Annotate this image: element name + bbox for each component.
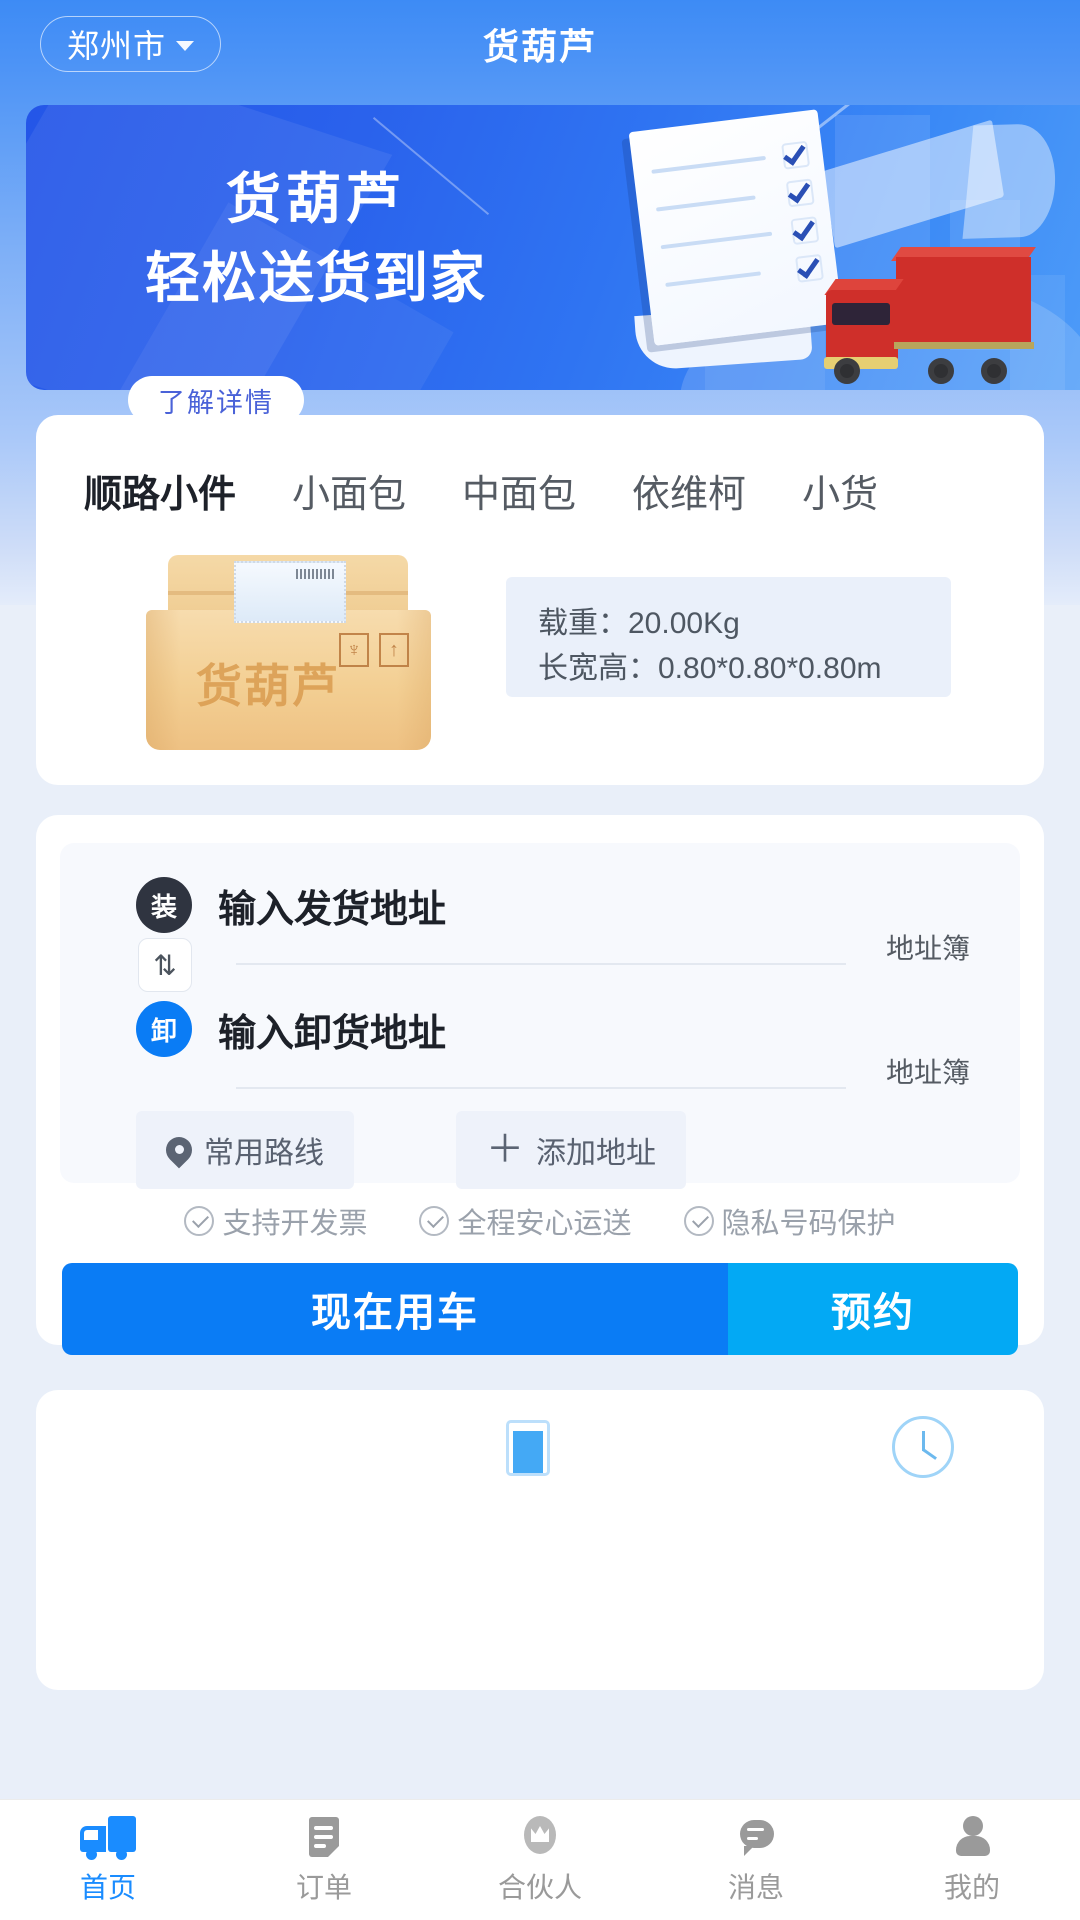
chevron-down-icon [176,41,195,51]
pickup-divider [236,963,846,965]
tab-shunlu-xiaojian[interactable]: 顺路小件 [36,463,264,518]
nav-label-home: 首页 [79,1872,136,1903]
person-icon [944,1814,1000,1860]
reserve-button[interactable]: 预约 [728,1263,1018,1355]
spec-dimensions: 长宽高：0.80*0.80*0.80m [538,652,882,685]
checklist-illustration [628,109,844,346]
nav-item-partner[interactable]: 合伙人 [432,1814,648,1906]
nav-label-messages: 消息 [727,1872,784,1903]
tab-xiao-mianbao[interactable]: 小面包 [264,463,434,518]
tab-zhong-mianbao[interactable]: 中面包 [434,463,604,518]
app-root: 货葫芦 郑州市 货葫芦 轻松送货到家 了解详情 顺路小件 小面包 中面包 依维柯… [0,0,1080,1920]
dropoff-address-row[interactable]: 卸 输入卸货地址 [136,1001,446,1057]
nav-item-messages[interactable]: 消息 [648,1814,864,1906]
nav-item-orders[interactable]: 订单 [216,1814,432,1906]
feature-label: 隐私号码保护 [721,1208,896,1240]
plus-icon: ＋ [486,1129,525,1171]
check-circle-icon [683,1206,714,1236]
order-form-card: 装 输入发货地址 地址簿 ⇅ 卸 输入卸货地址 地址簿 常用路线 ＋ 添加地址 [36,815,1044,1355]
package-brand-text: 货葫芦 [196,660,340,712]
clock-icon [892,1416,954,1478]
cta-group: 现在用车 预约 [62,1263,1018,1355]
swap-icon[interactable]: ⇅ [138,938,192,992]
dropoff-addressbook-link[interactable]: 地址簿 [886,1051,970,1091]
common-route-chip[interactable]: 常用路线 [136,1111,354,1189]
address-panel: 装 输入发货地址 地址簿 ⇅ 卸 输入卸货地址 地址簿 常用路线 ＋ 添加地址 [60,843,1020,1189]
package-square-icon [506,1420,550,1476]
feature-invoice: 支持开发票 [184,1200,367,1242]
pickup-address-input[interactable]: 输入发货地址 [218,878,446,933]
this-side-up-icon: ↑ [379,633,409,667]
next-section-card[interactable] [36,1390,1044,1690]
feature-label: 全程安心运送 [457,1208,632,1240]
fragile-icon: ♆ [339,633,369,667]
vehicle-spec-box: 载重：20.00Kg 长宽高：0.80*0.80*0.80m [506,577,951,697]
pickup-badge: 装 [136,877,192,933]
vehicle-type-card: 顺路小件 小面包 中面包 依维柯 小货 货葫芦 ♆ ↑ 载重：20.00Kg 长… [36,415,1044,785]
tab-xiaohuo[interactable]: 小货 [774,463,906,518]
use-now-button[interactable]: 现在用车 [62,1263,728,1355]
banner-headline: 货葫芦 [225,168,406,230]
city-selector[interactable]: 郑州市 [40,16,222,72]
add-address-label: 添加地址 [536,1137,657,1170]
crown-icon [512,1814,568,1860]
package-illustration: 货葫芦 ♆ ↑ [146,555,431,755]
banner-subheadline: 轻松送货到家 [144,246,487,309]
common-route-label: 常用路线 [204,1137,324,1170]
shipping-label-icon [234,561,346,623]
vehicle-detail: 货葫芦 ♆ ↑ 载重：20.00Kg 长宽高：0.80*0.80*0.80m [36,555,1044,780]
feature-privacy-number: 隐私号码保护 [683,1200,896,1242]
chat-icon [728,1814,784,1860]
vehicle-tabs[interactable]: 顺路小件 小面包 中面包 依维柯 小货 [36,445,1044,535]
tab-yiweike[interactable]: 依维柯 [604,463,774,518]
nav-label-partner: 合伙人 [497,1872,582,1903]
check-circle-icon [419,1206,450,1236]
dropoff-address-input[interactable]: 输入卸货地址 [218,1002,446,1057]
banner-text: 货葫芦 轻松送货到家 [81,163,551,314]
nav-label-profile: 我的 [943,1872,1000,1903]
pickup-addressbook-link[interactable]: 地址簿 [886,927,970,967]
bottom-navigation: 首页 订单 合伙人 消息 我的 [0,1800,1080,1920]
nav-item-profile[interactable]: 我的 [864,1814,1080,1906]
pickup-address-row[interactable]: 装 输入发货地址 [136,877,446,933]
feature-label: 支持开发票 [222,1208,368,1240]
app-header: 货葫芦 郑州市 [0,0,1080,88]
feature-safe-transport: 全程安心运送 [419,1200,632,1242]
truck-illustration [816,245,1046,390]
nav-label-orders: 订单 [295,1872,352,1903]
city-selector-label: 郑州市 [67,28,167,64]
add-address-chip[interactable]: ＋ 添加地址 [456,1111,687,1189]
feature-list: 支持开发票 全程安心运送 隐私号码保护 [36,1200,1044,1242]
nav-item-home[interactable]: 首页 [0,1814,216,1906]
spec-weight: 载重：20.00Kg [538,607,740,640]
truck-icon [80,1814,136,1860]
promo-banner[interactable]: 货葫芦 轻松送货到家 [26,105,1080,390]
check-circle-icon [184,1206,215,1236]
document-icon [296,1814,352,1860]
location-pin-icon [166,1137,192,1163]
dropoff-badge: 卸 [136,1001,192,1057]
dropoff-divider [236,1087,846,1089]
